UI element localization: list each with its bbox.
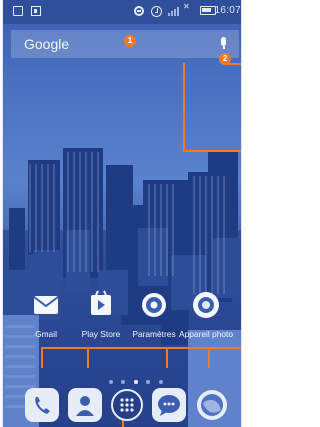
app-drawer-icon[interactable] xyxy=(110,388,144,422)
app-label: Paramètres xyxy=(132,329,176,339)
annotation-line xyxy=(208,347,210,368)
image-icon xyxy=(31,6,41,16)
browser-icon[interactable] xyxy=(195,388,229,422)
camera-icon xyxy=(193,292,219,318)
annotation-line xyxy=(41,347,43,368)
annotation-line xyxy=(183,150,241,152)
messaging-icon[interactable] xyxy=(152,388,186,422)
status-time: 16:07 xyxy=(214,5,241,16)
settings-icon xyxy=(142,293,166,317)
app-label: Appareil photo xyxy=(178,329,233,339)
gmail-icon xyxy=(33,296,59,314)
annotation-line xyxy=(183,63,185,151)
annotation-line xyxy=(225,63,241,65)
dock xyxy=(3,383,241,427)
status-bar[interactable]: ✕ 16:07 xyxy=(3,0,241,24)
alarm-icon xyxy=(151,6,162,17)
google-logo: Google xyxy=(24,36,70,52)
annotation-line xyxy=(87,347,89,368)
app-label: Gmail xyxy=(35,329,57,339)
message-icon xyxy=(13,6,23,16)
signal-icon xyxy=(168,6,182,16)
callout-search-bar: 1 xyxy=(124,35,136,47)
app-label: Play Store xyxy=(81,329,121,339)
play-store-icon xyxy=(91,290,111,315)
annotation-line xyxy=(166,347,168,368)
do-not-disturb-icon xyxy=(134,6,144,16)
microphone-icon[interactable] xyxy=(219,37,227,50)
annotation-line xyxy=(41,347,241,349)
contacts-icon[interactable] xyxy=(68,388,102,422)
home-screen: ✕ 16:07 Google 1 2 Gmail Play Store Para… xyxy=(2,0,242,427)
no-data-icon: ✕ xyxy=(183,2,190,11)
phone-icon[interactable] xyxy=(25,388,59,422)
